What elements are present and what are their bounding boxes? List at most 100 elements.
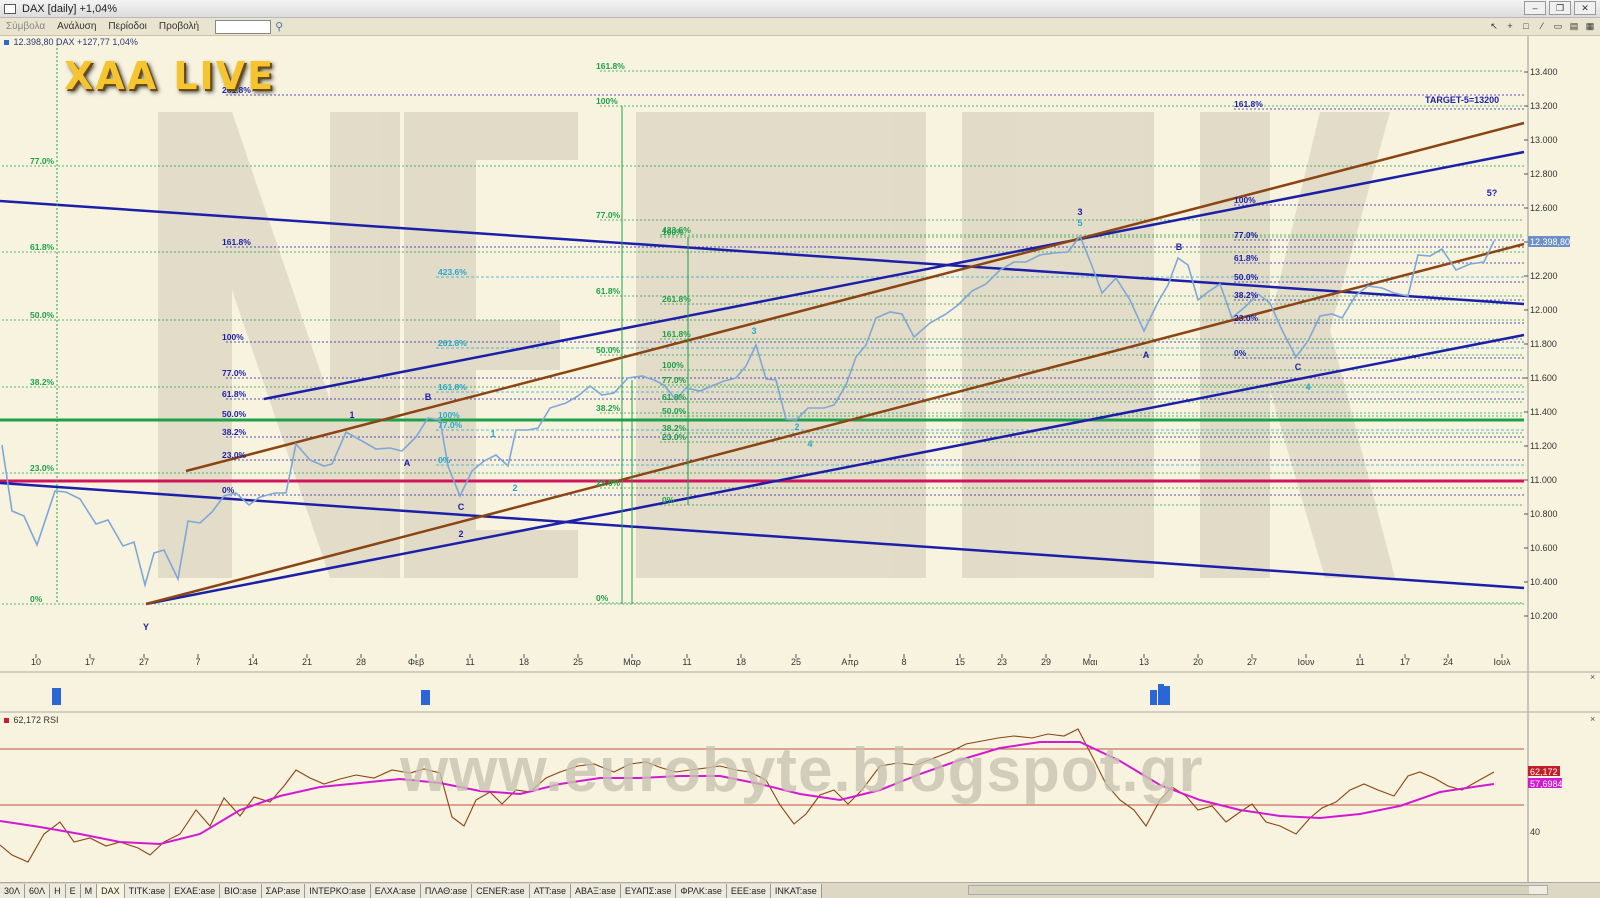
price-tick-label: 11.000 bbox=[1530, 475, 1557, 485]
price-tick-label: 10.200 bbox=[1530, 611, 1558, 621]
date-tick-label: 24 bbox=[1443, 657, 1453, 667]
fib-label: 161.8% bbox=[596, 61, 625, 71]
price-tick-label: 11.200 bbox=[1530, 441, 1557, 451]
price-legend: 12.398,80 DAX +127,77 1,04% bbox=[4, 37, 138, 47]
fib-label: 38.2% bbox=[596, 403, 621, 413]
tab-monthly[interactable]: M bbox=[80, 883, 98, 898]
date-tick-label: Φεβ bbox=[408, 657, 424, 667]
wave-label: C bbox=[1295, 362, 1302, 372]
fib-label: 23.0% bbox=[1234, 313, 1259, 323]
date-tick-label: 20 bbox=[1193, 657, 1203, 667]
price-tick-label: 10.600 bbox=[1530, 543, 1558, 553]
fib-label: 100% bbox=[222, 332, 244, 342]
date-tick-label: Ιουν bbox=[1298, 657, 1315, 667]
menu-periods[interactable]: Περίοδοι bbox=[102, 21, 153, 32]
crosshair-tool-icon[interactable]: + bbox=[1504, 20, 1516, 32]
wave-label: 1 bbox=[490, 429, 495, 439]
fib-label: 0% bbox=[596, 593, 609, 603]
fib-label: 0% bbox=[438, 455, 451, 465]
tab-symbol[interactable]: EXAE:ase bbox=[170, 883, 221, 898]
date-tick-label: 23 bbox=[997, 657, 1007, 667]
fib-label: 23.0% bbox=[596, 478, 621, 488]
menu-symbols[interactable]: Σύμβολα bbox=[0, 21, 51, 32]
fib-label: 77.0% bbox=[1234, 230, 1259, 240]
date-tick-label: 10 bbox=[31, 657, 41, 667]
fib-label: 77.0% bbox=[30, 156, 55, 166]
fib-label: 100% bbox=[438, 410, 460, 420]
fib-label: 161.8% bbox=[662, 329, 691, 339]
symbol-input[interactable] bbox=[215, 19, 272, 34]
price-tick-label: 13.400 bbox=[1530, 67, 1558, 77]
date-tick-label: Μαι bbox=[1083, 657, 1098, 667]
menu-analysis[interactable]: Ανάλυση bbox=[51, 21, 102, 32]
menu-view[interactable]: Προβολή bbox=[153, 21, 205, 32]
date-tick-label: 27 bbox=[139, 657, 149, 667]
tab-symbol[interactable]: BIO:ase bbox=[220, 883, 262, 898]
wave-label: 3 bbox=[751, 326, 756, 336]
date-tick-label: 8 bbox=[901, 657, 906, 667]
price-tick-label: 13.000 bbox=[1530, 135, 1558, 145]
date-tick-label: Ιουλ bbox=[1494, 657, 1511, 667]
tab-symbol-dax[interactable]: DAX bbox=[97, 883, 125, 898]
date-tick-label: Μαρ bbox=[623, 657, 641, 667]
target-label: TARGET-5=13200 bbox=[1425, 95, 1499, 105]
pointer-tool-icon[interactable]: ↖ bbox=[1488, 20, 1500, 32]
chart-window: DAX [daily] +1,04% – ❐ ✕ Σύμβολα Ανάλυση… bbox=[0, 0, 1600, 898]
date-tick-label: 21 bbox=[302, 657, 312, 667]
fib-label: 23.0% bbox=[222, 450, 247, 460]
panels-tool-icon[interactable]: ▦ bbox=[1584, 20, 1596, 32]
tab-symbol[interactable]: ΦΡΛΚ:ase bbox=[676, 883, 727, 898]
line-tool-icon[interactable]: ⁄ bbox=[1536, 20, 1548, 32]
horizontal-scrollbar[interactable] bbox=[968, 885, 1548, 895]
tab-symbol[interactable]: TITK:ase bbox=[124, 883, 171, 898]
tab-30min[interactable]: 30Λ bbox=[0, 883, 26, 898]
panel-close-icon[interactable]: × bbox=[1590, 672, 1595, 682]
fib-label: 61.8% bbox=[222, 389, 247, 399]
date-tick-label: 18 bbox=[736, 657, 746, 667]
scrollbar-thumb[interactable] bbox=[969, 886, 1529, 894]
tab-symbol[interactable]: ATT:ase bbox=[529, 883, 572, 898]
tab-daily[interactable]: H bbox=[50, 883, 66, 898]
rectangle-tool-icon[interactable]: □ bbox=[1520, 20, 1532, 32]
fib-label: 61.8% bbox=[1234, 253, 1259, 263]
tab-symbol[interactable]: ΕΥΑΠΣ:ase bbox=[620, 883, 677, 898]
tab-60min[interactable]: 60Λ bbox=[25, 883, 51, 898]
fib-label: 38.2% bbox=[222, 427, 247, 437]
price-tick-label: 12.800 bbox=[1530, 169, 1558, 179]
search-icon[interactable]: ⚲ bbox=[275, 21, 287, 33]
tab-symbol[interactable]: ΑΒΑΞ:ase bbox=[571, 883, 621, 898]
tab-symbol[interactable]: ΕΛΧΑ:ase bbox=[370, 883, 421, 898]
price-tick-label: 12.000 bbox=[1530, 305, 1558, 315]
price-legend-text: 12.398,80 DAX +127,77 1,04% bbox=[13, 37, 138, 47]
tab-weekly[interactable]: E bbox=[65, 883, 81, 898]
price-tick-label: 11.800 bbox=[1530, 339, 1557, 349]
tab-symbol[interactable]: INTEPKO:ase bbox=[305, 883, 371, 898]
close-button[interactable]: ✕ bbox=[1574, 1, 1596, 15]
tab-symbol[interactable]: CENER:ase bbox=[472, 883, 530, 898]
tab-symbol[interactable]: ΠΛΑΘ:ase bbox=[420, 883, 473, 898]
fib-label: 0% bbox=[30, 594, 43, 604]
grid-tool-icon[interactable]: ▤ bbox=[1568, 20, 1580, 32]
minimize-button[interactable]: – bbox=[1524, 1, 1546, 15]
price-tick-label: 12.600 bbox=[1530, 203, 1558, 213]
layout-tool-icon[interactable]: ▭ bbox=[1552, 20, 1564, 32]
price-legend-dot bbox=[4, 40, 9, 45]
wave-label: 5? bbox=[1487, 188, 1498, 198]
fib-label: 77.0% bbox=[222, 368, 247, 378]
restore-button[interactable]: ❐ bbox=[1549, 1, 1571, 15]
wave-label: 2 bbox=[794, 422, 799, 432]
tab-symbol[interactable]: ΣΑΡ:ase bbox=[261, 883, 306, 898]
fib-label: 423.6% bbox=[438, 267, 467, 277]
chart-app-icon bbox=[4, 3, 16, 14]
date-tick-label: 25 bbox=[573, 657, 583, 667]
panel-close-icon-rsi[interactable]: × bbox=[1590, 714, 1595, 724]
tab-symbol[interactable]: EEE:ase bbox=[726, 883, 771, 898]
menu-bar: Σύμβολα Ανάλυση Περίοδοι Προβολή ⚲ ↖ + □… bbox=[0, 18, 1600, 36]
tab-symbol[interactable]: INKAT:ase bbox=[770, 883, 822, 898]
date-tick-label: 13 bbox=[1139, 657, 1149, 667]
volume-panel bbox=[52, 684, 1170, 705]
background-watermark-letters bbox=[158, 112, 1395, 578]
rsi-legend: 62,172 RSI bbox=[4, 715, 59, 725]
date-tick-label: 11 bbox=[1355, 657, 1364, 667]
price-tick-label: 10.800 bbox=[1530, 509, 1558, 519]
